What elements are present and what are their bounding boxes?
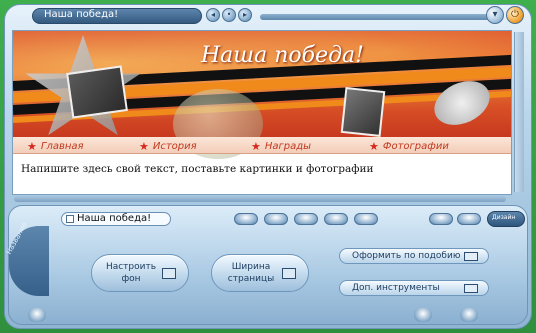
- banner-title: Наша победа!: [201, 43, 365, 68]
- close-button[interactable]: ⏻: [506, 6, 524, 24]
- star-icon: ★: [369, 139, 379, 153]
- app-window: Наша победа! ◂ • ▸ ▾ ⏻ Наша победа! ★ Гл…: [0, 0, 536, 333]
- site-name-text: Наша победа!: [77, 213, 152, 224]
- banner-photo: [340, 87, 386, 137]
- menu-item-label: Награды: [264, 140, 312, 152]
- publish-icon[interactable]: [414, 308, 432, 322]
- chevron-right-icon: ▸: [242, 10, 247, 19]
- chevron-left-icon: ◂: [210, 10, 215, 19]
- footer-bar: [24, 306, 512, 324]
- page-preview[interactable]: Наша победа! ★ Главная ★ История ★ Награ…: [12, 30, 512, 195]
- template-icon: [464, 252, 478, 261]
- tools-icon: [464, 284, 478, 293]
- window-title: Наша победа!: [44, 9, 119, 20]
- page-width-button[interactable]: Ширина страницы: [211, 254, 309, 292]
- star-icon: ★: [139, 139, 149, 153]
- menu-item-label: Фотографии: [382, 140, 449, 152]
- horizontal-scrollbar[interactable]: [14, 196, 506, 202]
- dot-icon: •: [226, 10, 232, 19]
- toolbar-button[interactable]: [234, 213, 258, 225]
- star-icon: ★: [27, 139, 37, 153]
- power-icon: ⏻: [511, 9, 519, 20]
- toolbar-buttons: [234, 213, 378, 225]
- nav-back-button[interactable]: ◂: [206, 8, 220, 22]
- menu-item-photos[interactable]: ★ Фотографии: [369, 139, 449, 153]
- site-name-checkbox[interactable]: [66, 215, 74, 223]
- menu-item-label: История: [152, 140, 197, 152]
- site-banner: Наша победа!: [13, 31, 511, 159]
- button-label: Ширина страницы: [227, 262, 275, 284]
- star-icon: ★: [251, 139, 261, 153]
- menu-item-awards[interactable]: ★ Награды: [251, 139, 311, 153]
- button-label: Настроить фон: [105, 262, 157, 284]
- title-bar: Наша победа! ◂ • ▸ ▾ ⏻: [10, 6, 526, 28]
- menu-item-label: Главная: [40, 140, 84, 152]
- menu-item-home[interactable]: ★ Главная: [27, 139, 84, 153]
- toolbar-button[interactable]: [457, 213, 481, 225]
- nav-forward-button[interactable]: ▸: [238, 8, 252, 22]
- title-rail: [260, 14, 490, 20]
- width-icon: [282, 268, 296, 279]
- toolbar-button[interactable]: [429, 213, 453, 225]
- background-settings-button[interactable]: Настроить фон: [91, 254, 189, 292]
- vertical-scrollbar[interactable]: [514, 32, 524, 192]
- extra-tools-button[interactable]: Доп. инструменты: [339, 280, 489, 296]
- toolbar-button[interactable]: [294, 213, 318, 225]
- minimize-button[interactable]: ▾: [486, 6, 504, 24]
- style-like-button[interactable]: Оформить по подобию: [339, 248, 489, 264]
- settings-icon[interactable]: [460, 308, 478, 322]
- toolbar-button[interactable]: [324, 213, 348, 225]
- page-body-text[interactable]: Напишите здесь свой текст, поставьте кар…: [21, 163, 373, 175]
- button-label: Оформить по подобию: [352, 251, 461, 261]
- chevron-down-icon: ▾: [492, 9, 498, 20]
- nav-home-button[interactable]: •: [222, 8, 236, 22]
- site-menu: ★ Главная ★ История ★ Награды ★ Фотограф…: [13, 137, 511, 154]
- toolbar-button[interactable]: [264, 213, 288, 225]
- image-icon: [162, 268, 176, 279]
- design-label: Дизайн: [492, 214, 516, 221]
- button-label: Доп. инструменты: [352, 283, 440, 293]
- menu-item-history[interactable]: ★ История: [139, 139, 197, 153]
- home-icon[interactable]: [28, 308, 46, 322]
- toolbar-button[interactable]: [354, 213, 378, 225]
- banner-photo: [66, 65, 128, 119]
